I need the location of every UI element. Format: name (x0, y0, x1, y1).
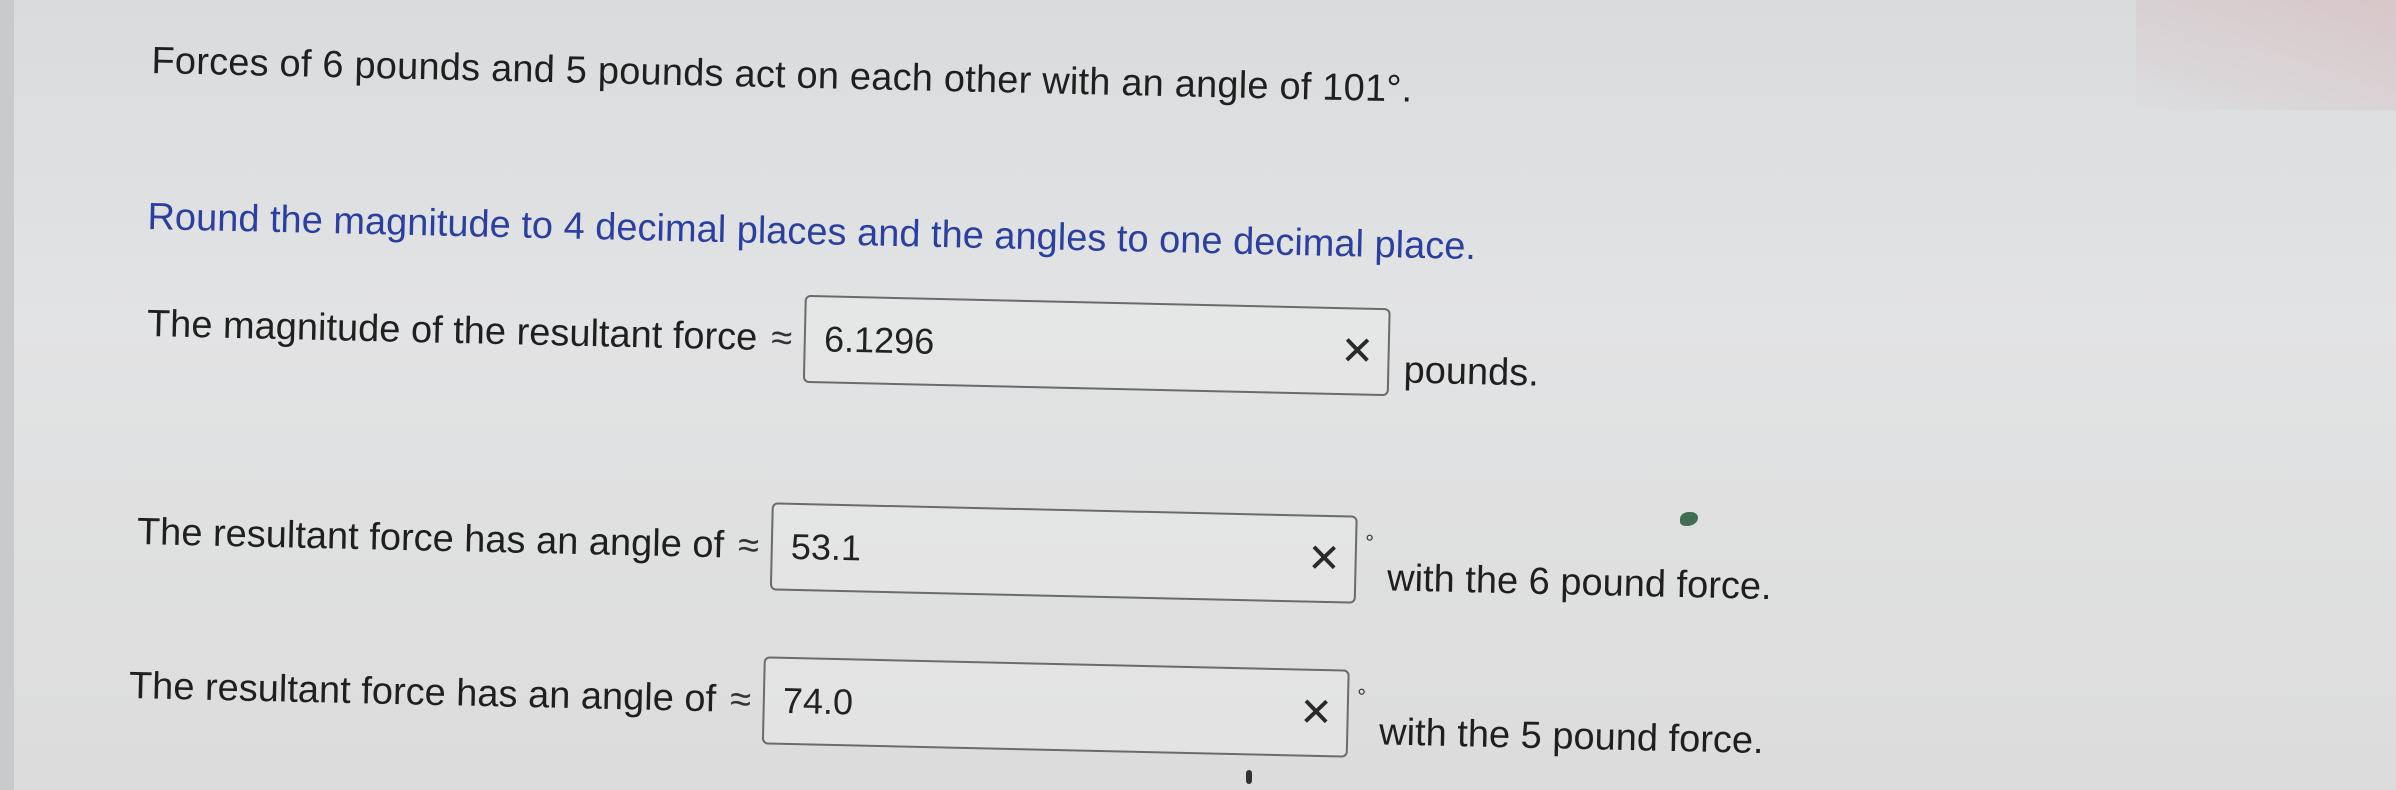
approx-symbol: ≈ (770, 316, 793, 360)
angle-5lb-question: The resultant force has an angle of ≈ 74… (128, 642, 1765, 767)
angle-6lb-answer-value[interactable]: 53.1 (772, 525, 1307, 579)
approx-symbol: ≈ (729, 678, 752, 721)
angle-6lb-label: The resultant force has an angle of (136, 510, 725, 566)
angle-6lb-question: The resultant force has an angle of ≈ 53… (136, 488, 1773, 613)
magnitude-answer-value[interactable]: 6.1296 (806, 318, 1341, 372)
incorrect-icon: ✕ (1298, 690, 1334, 736)
angle-5lb-answer-field[interactable]: 74.0 ✕ (761, 656, 1350, 758)
screen-glare (2136, 0, 2396, 110)
approx-symbol: ≈ (737, 524, 760, 567)
rounding-instruction: Round the magnitude to 4 decimal places … (147, 196, 1477, 269)
screen-speck (1246, 770, 1252, 784)
degree-symbol: ° (1356, 683, 1367, 710)
magnitude-label: The magnitude of the resultant force (146, 302, 758, 359)
magnitude-unit: pounds. (1403, 349, 1540, 395)
left-edge-strip (0, 0, 14, 790)
angle-5lb-unit: with the 5 pound force. (1378, 710, 1765, 762)
degree-symbol: ° (1364, 529, 1375, 556)
incorrect-icon: ✕ (1306, 536, 1342, 582)
angle-6lb-unit: with the 6 pound force. (1386, 556, 1773, 608)
magnitude-question: The magnitude of the resultant force ≈ 6… (146, 280, 1540, 400)
problem-statement: Forces of 6 pounds and 5 pounds act on e… (151, 40, 1413, 111)
magnitude-answer-field[interactable]: 6.1296 ✕ (803, 294, 1392, 397)
incorrect-icon: ✕ (1340, 329, 1375, 374)
angle-5lb-answer-value[interactable]: 74.0 (764, 679, 1299, 733)
angle-5lb-label: The resultant force has an angle of (128, 664, 717, 720)
angle-6lb-answer-field[interactable]: 53.1 ✕ (769, 502, 1358, 604)
